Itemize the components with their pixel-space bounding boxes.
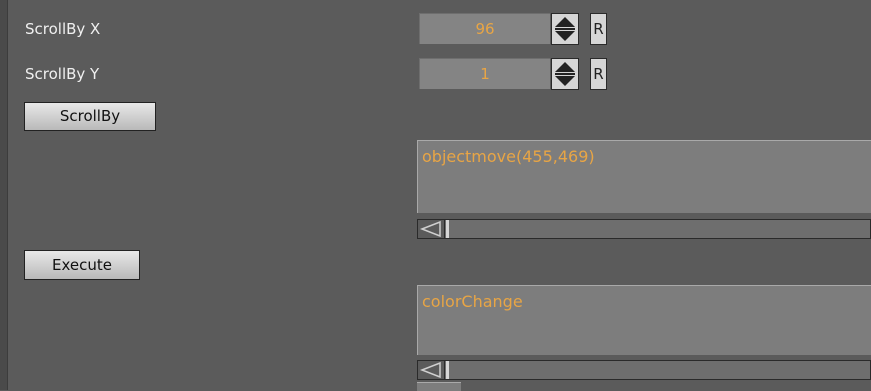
scrollby-x-spinner[interactable] (551, 13, 579, 45)
scroll-left-arrow-icon[interactable] (418, 220, 445, 238)
scrollby-y-field[interactable]: 1 (419, 58, 550, 89)
execute-button[interactable]: Execute (24, 250, 140, 280)
left-panel-edge (0, 0, 8, 390)
scrollby-x-field[interactable]: 96 (419, 13, 550, 44)
command-horizontal-scrollbar[interactable] (417, 219, 871, 239)
scrollby-y-reset-button[interactable]: R (590, 58, 607, 90)
scrollby-y-label: ScrollBy Y (25, 65, 100, 83)
scrollby-x-reset-button[interactable]: R (590, 13, 607, 45)
scrollby-button[interactable]: ScrollBy (24, 102, 156, 131)
scrollbar-thumb[interactable] (446, 361, 449, 379)
scrollby-x-label: ScrollBy X (25, 20, 101, 38)
updown-arrows-icon (555, 62, 575, 86)
scrollbar-thumb[interactable] (446, 220, 449, 238)
event-text-area[interactable]: colorChange (417, 285, 871, 355)
updown-arrows-icon (555, 17, 575, 41)
scrollby-y-spinner[interactable] (551, 58, 579, 90)
scroll-left-arrow-icon[interactable] (418, 361, 445, 379)
event-horizontal-scrollbar[interactable] (417, 360, 871, 380)
command-text-area[interactable]: objectmove(455,469) (417, 140, 871, 213)
